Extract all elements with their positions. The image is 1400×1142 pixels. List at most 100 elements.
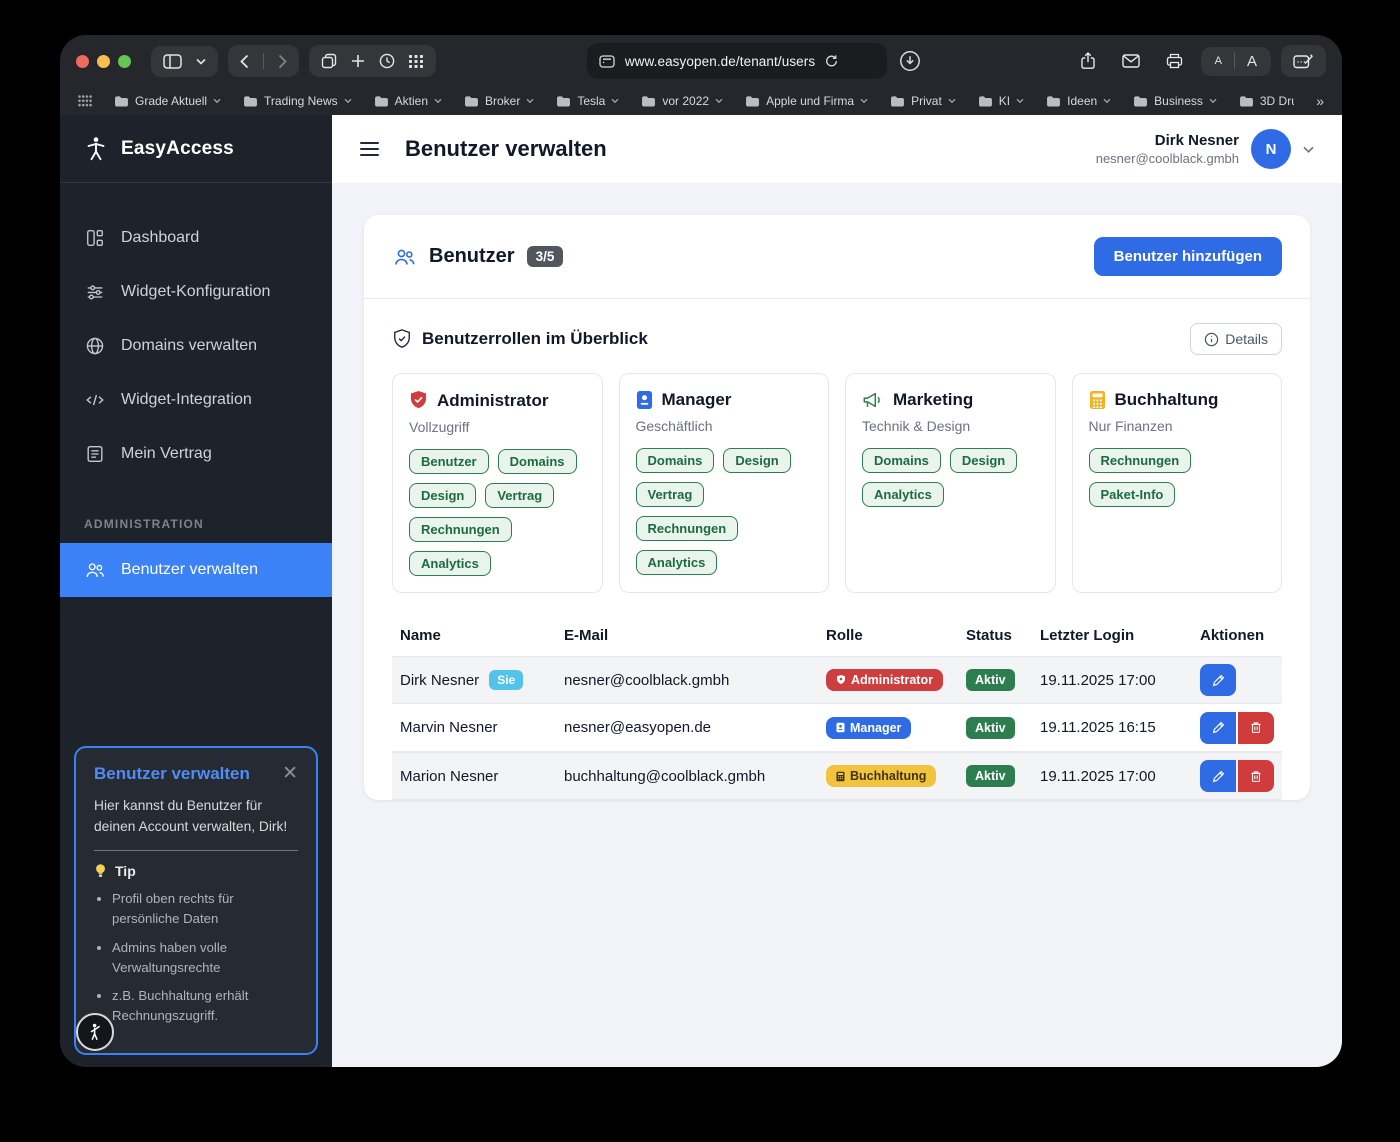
- bookmark-label: 3D Drucker: [1260, 94, 1294, 108]
- sidebar-toggle-button[interactable]: [163, 54, 182, 69]
- bookmark-folder[interactable]: Tesla: [556, 94, 619, 108]
- bookmark-folder[interactable]: Trading News: [243, 94, 352, 108]
- folder-icon: [464, 95, 479, 107]
- bookmark-folder[interactable]: vor 2022: [641, 94, 723, 108]
- bookmark-label: Tesla: [577, 94, 605, 108]
- edit-user-button[interactable]: [1200, 664, 1236, 696]
- folder-icon: [1239, 95, 1254, 107]
- tip-item: Admins haben volle Verwaltungsrechte: [112, 938, 298, 978]
- sidebar-item-label: Benutzer verwalten: [121, 561, 258, 579]
- details-button[interactable]: Details: [1190, 323, 1282, 355]
- increase-text-size-button[interactable]: A: [1247, 53, 1257, 70]
- chevron-down-icon: [213, 98, 221, 104]
- user-email-cell: nesner@easyopen.de: [564, 719, 826, 736]
- share-button[interactable]: [1072, 52, 1104, 70]
- delete-user-button[interactable]: [1238, 760, 1274, 792]
- tab-overview-icon[interactable]: [409, 55, 424, 68]
- permission-tag: Paket-Info: [1089, 482, 1176, 507]
- sidebar-item-dashboard[interactable]: Dashboard: [60, 211, 332, 265]
- permission-tag: Vertrag: [485, 483, 554, 508]
- bookmark-label: Aktien: [395, 94, 428, 108]
- print-button[interactable]: [1158, 53, 1191, 69]
- last-login-cell: 19.11.2025 16:15: [1040, 719, 1200, 736]
- chevron-down-icon[interactable]: [1303, 146, 1314, 153]
- reader-icon[interactable]: [599, 55, 615, 68]
- sidebar-item-mein-vertrag[interactable]: Mein Vertrag: [60, 427, 332, 481]
- new-tab-button[interactable]: [351, 54, 365, 68]
- bookmarks-overflow-chevron[interactable]: »: [1316, 93, 1324, 109]
- status-badge: Aktiv: [966, 669, 1015, 691]
- pencil-icon: [1211, 673, 1226, 688]
- details-button-label: Details: [1225, 331, 1268, 347]
- user-menu[interactable]: Dirk Nesner nesner@coolblack.gmbh N: [1096, 129, 1314, 169]
- user-count-badge: 3/5: [527, 246, 564, 267]
- edit-user-button[interactable]: [1200, 712, 1236, 744]
- chevron-down-icon: [1103, 98, 1111, 104]
- forward-button[interactable]: [278, 54, 287, 69]
- close-window-button[interactable]: [76, 55, 89, 68]
- avatar[interactable]: N: [1251, 129, 1291, 169]
- edit-user-button[interactable]: [1200, 760, 1236, 792]
- hamburger-menu-button[interactable]: [360, 142, 379, 157]
- bookmark-folder[interactable]: Privat: [890, 94, 956, 108]
- trash-icon: [1249, 769, 1263, 784]
- role-subtitle: Technik & Design: [862, 418, 1039, 434]
- bookmark-folder[interactable]: Apple und Firma: [745, 94, 868, 108]
- bookmark-folder[interactable]: Ideen: [1046, 94, 1111, 108]
- mail-button[interactable]: [1114, 54, 1148, 68]
- contract-icon: [84, 444, 106, 464]
- sidebar-item-domains-verwalten[interactable]: Domains verwalten: [60, 319, 332, 373]
- copy-pages-icon[interactable]: [321, 53, 337, 69]
- reload-icon[interactable]: [825, 54, 838, 68]
- folder-icon: [641, 95, 656, 107]
- calculator-icon: [836, 771, 845, 782]
- bookmark-folder[interactable]: Grade Aktuell: [114, 94, 221, 108]
- sidebar-item-widget-integration[interactable]: Widget-Integration: [60, 373, 332, 427]
- history-icon[interactable]: [379, 53, 395, 69]
- back-button[interactable]: [240, 54, 249, 69]
- roles-section-title: Benutzerrollen im Überblick: [422, 329, 648, 349]
- bookmark-folder[interactable]: Business: [1133, 94, 1217, 108]
- minimize-window-button[interactable]: [97, 55, 110, 68]
- id-card-icon: [636, 390, 653, 410]
- permission-tag: Rechnungen: [409, 517, 512, 542]
- decrease-text-size-button[interactable]: A: [1215, 55, 1222, 67]
- close-icon[interactable]: ✕: [282, 764, 298, 783]
- bookmark-label: Business: [1154, 94, 1203, 108]
- address-bar[interactable]: www.easyopen.de/tenant/users: [587, 43, 887, 79]
- role-card-administrator: Administrator Vollzugriff BenutzerDomain…: [392, 373, 603, 593]
- sidebar-chevron-icon[interactable]: [196, 58, 206, 65]
- window-controls: [76, 55, 131, 68]
- downloads-button[interactable]: [899, 50, 921, 72]
- help-tooltip: Benutzer verwalten ✕ Hier kannst du Benu…: [74, 746, 318, 1055]
- zoom-window-button[interactable]: [118, 55, 131, 68]
- bookmark-folder[interactable]: KI: [978, 94, 1024, 108]
- tip-list: Profil oben rechts für persönliche Daten…: [112, 889, 298, 1026]
- person-icon: [89, 1023, 102, 1041]
- chevron-down-icon: [434, 98, 442, 104]
- page-header: Benutzer verwalten Dirk Nesner nesner@co…: [332, 115, 1342, 183]
- chevron-down-icon: [1016, 98, 1024, 104]
- bookmark-folder[interactable]: Aktien: [374, 94, 442, 108]
- sidebar-item-label: Dashboard: [121, 229, 199, 247]
- bookmark-folder[interactable]: 3D Drucker: [1239, 94, 1294, 108]
- card-title: Benutzer: [429, 245, 515, 268]
- sidebar-item-widget-konfiguration[interactable]: Widget-Konfiguration: [60, 265, 332, 319]
- compose-icon[interactable]: [1293, 53, 1314, 69]
- sidebar-section-administration: ADMINISTRATION: [84, 517, 308, 531]
- table-row: Dirk Nesner Sie nesner@coolblack.gmbh Ad…: [392, 656, 1282, 704]
- table-row: Marvin Nesner nesner@easyopen.de Manager…: [392, 704, 1282, 752]
- add-user-button[interactable]: Benutzer hinzufügen: [1094, 237, 1282, 276]
- favorites-grid-icon[interactable]: [78, 95, 92, 107]
- bookmark-folder[interactable]: Broker: [464, 94, 534, 108]
- folder-icon: [374, 95, 389, 107]
- folder-icon: [978, 95, 993, 107]
- shield-icon: [409, 390, 428, 411]
- code-icon: [84, 390, 106, 410]
- column-header-status: Status: [966, 627, 1040, 644]
- delete-user-button[interactable]: [1238, 712, 1274, 744]
- role-subtitle: Vollzugriff: [409, 419, 586, 435]
- tooltip-title: Benutzer verwalten: [94, 764, 250, 784]
- accessibility-widget-button[interactable]: [76, 1013, 114, 1051]
- sidebar-item-benutzer-verwalten[interactable]: Benutzer verwalten: [60, 543, 332, 597]
